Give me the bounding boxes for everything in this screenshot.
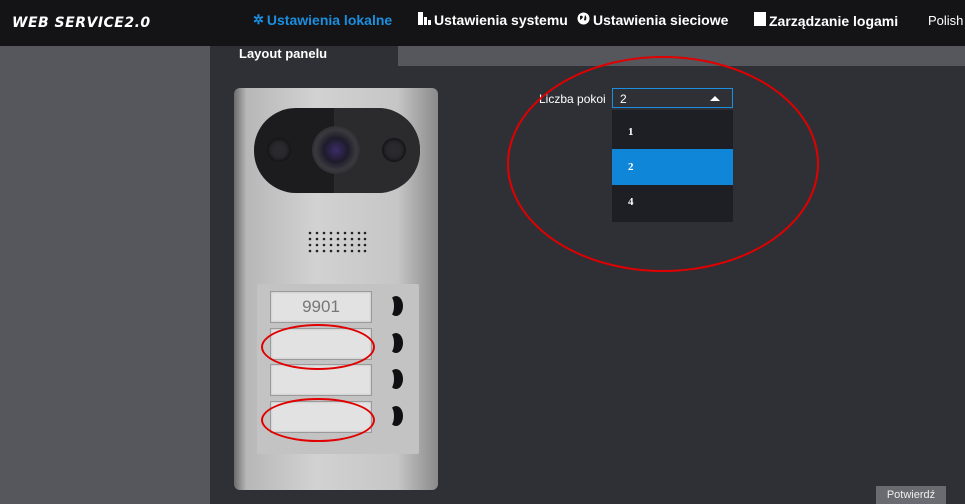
log-icon <box>754 12 766 29</box>
room-count-option-2[interactable]: 2 <box>612 149 733 185</box>
name-slot-2[interactable] <box>270 328 372 360</box>
nav-system-settings-label: Ustawienia systemu <box>434 12 568 28</box>
top-navigation-bar: WEB SERVICE2.0 ✲ Ustawienia lokalne Usta… <box>0 0 965 46</box>
gear-icon: ✲ <box>253 12 264 27</box>
room-count-option-4[interactable]: 4 <box>612 184 733 220</box>
room-count-select[interactable]: 2 <box>612 88 733 108</box>
nav-log-management-label: Zarządzanie logami <box>769 12 899 29</box>
language-selector[interactable]: Polish <box>928 13 963 28</box>
room-count-dropdown: 1 2 4 <box>612 110 733 222</box>
ir-sensor-left <box>267 138 291 162</box>
nav-local-settings[interactable]: ✲ Ustawienia lokalne <box>253 12 392 28</box>
call-button-4[interactable] <box>385 406 403 426</box>
name-slot-1[interactable]: 9901 <box>270 291 372 323</box>
confirm-button[interactable]: Potwierdź <box>876 486 946 504</box>
ir-sensor-right <box>382 138 406 162</box>
room-count-option-1[interactable]: 1 <box>612 114 733 150</box>
nav-local-settings-label: Ustawienia lokalne <box>266 12 393 28</box>
tab-layout-panelu[interactable]: Layout panelu <box>210 46 398 66</box>
name-slot-4[interactable] <box>270 401 372 433</box>
room-count-value: 2 <box>620 92 627 106</box>
tab-layout-panelu-label: Layout panelu <box>239 46 328 61</box>
caret-up-icon <box>710 96 720 101</box>
nav-system-settings[interactable]: Ustawienia systemu <box>418 12 568 28</box>
system-icon <box>418 12 431 28</box>
sidebar <box>0 46 210 504</box>
call-button-2[interactable] <box>385 333 403 353</box>
app-logo: WEB SERVICE2.0 <box>12 15 151 31</box>
call-button-3[interactable] <box>385 369 403 389</box>
camera-module <box>254 108 420 193</box>
speaker-grille <box>308 231 367 253</box>
camera-lens <box>312 126 360 174</box>
name-slot-3[interactable] <box>270 364 372 396</box>
nav-network-settings-label: Ustawienia sieciowe <box>593 12 729 28</box>
globe-icon <box>577 12 590 28</box>
nav-log-management[interactable]: Zarządzanie logami <box>754 12 898 29</box>
room-count-label: Liczba pokoi <box>539 92 606 106</box>
call-button-1[interactable] <box>385 296 403 316</box>
nav-network-settings[interactable]: Ustawienia sieciowe <box>577 12 728 28</box>
